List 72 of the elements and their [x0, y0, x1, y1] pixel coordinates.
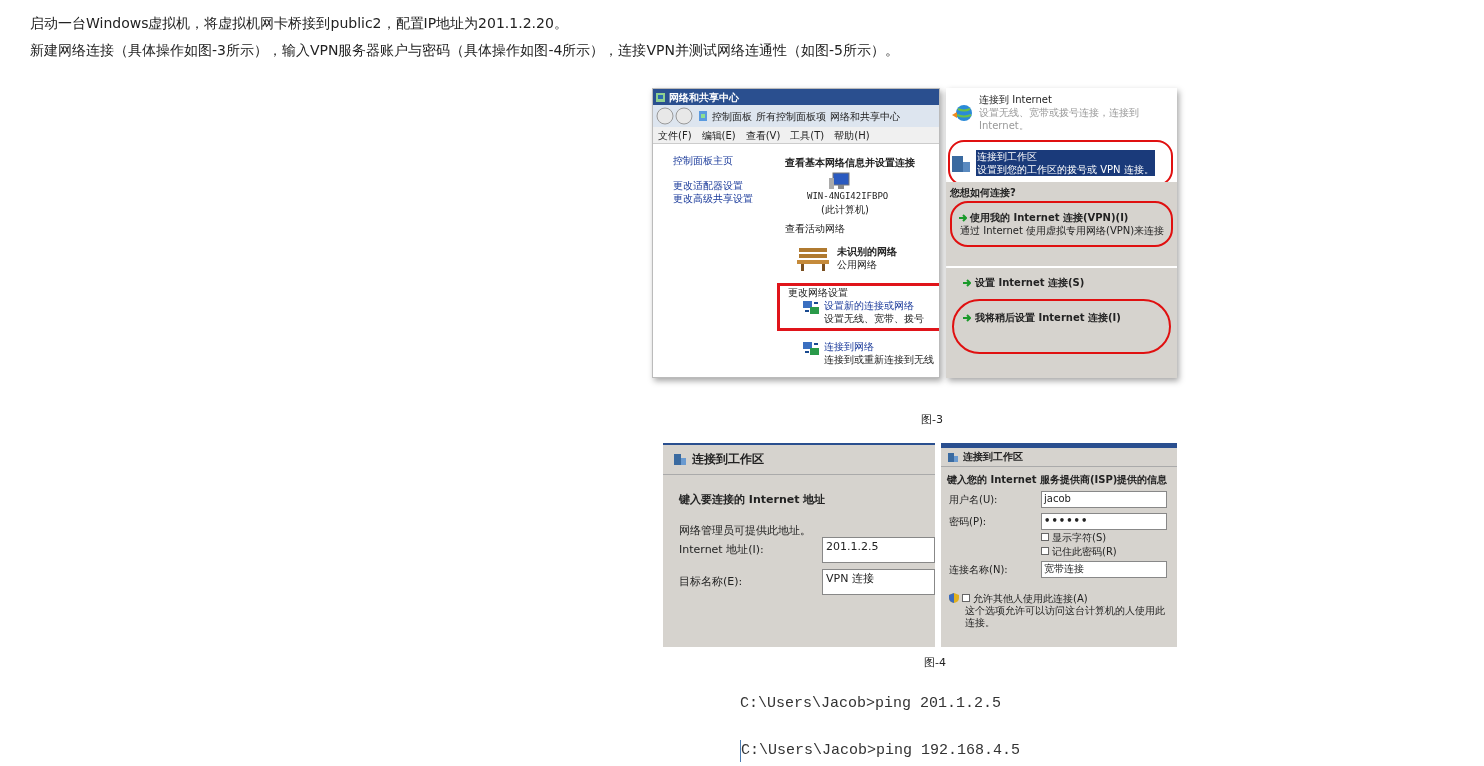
task-description: 连接到或重新连接到无线: [824, 353, 934, 366]
command-line: C:\Users\Jacob>ping 192.168.4.5: [740, 739, 1182, 762]
dialog-title: 连接到工作区: [692, 452, 764, 466]
sidebar-link[interactable]: 控制面板主页: [673, 154, 785, 167]
network-type: 公用网络: [837, 258, 878, 271]
option-link[interactable]: 我将稍后设置 Internet 连接(I): [975, 311, 1121, 324]
shield-icon: [949, 593, 959, 603]
arrow-icon: [958, 212, 967, 223]
input-field[interactable]: 201.1.2.5: [822, 536, 935, 563]
building-icon: [673, 452, 687, 466]
network-name: 未识别的网络: [837, 245, 897, 258]
dialog-title: 连接到工作区: [963, 450, 1023, 463]
checkbox[interactable]: [1041, 547, 1049, 555]
network-icon: [655, 91, 666, 103]
control-panel-icon: [698, 110, 708, 122]
checkbox-label: 显示字符(S): [1052, 530, 1107, 544]
computer-note: (此计算机): [821, 203, 869, 216]
arrow-icon: [962, 312, 971, 323]
paragraph: 启动一台Windows虚拟机，将虚拟机网卡桥接到public2，配置IP地址为201.1.2.20。: [30, 14, 569, 33]
menu-item[interactable]: 文件(F): [658, 128, 692, 142]
field-label: 用户名(U):: [949, 492, 999, 506]
checkbox-label: 允许其他人使用此连接(A): [973, 591, 1088, 605]
input-field[interactable]: 宽带连接: [1041, 560, 1167, 578]
option-item[interactable]: 连接到 Internet 设置无线、宽带或拨号连接，连接到 Internet。: [978, 93, 1171, 132]
breadcrumb-item[interactable]: 网络和共享中心: [830, 109, 900, 123]
computer-icon: [829, 172, 853, 190]
menu-item[interactable]: 编辑(E): [701, 128, 736, 142]
section-label: 查看活动网络: [785, 222, 846, 235]
breadcrumb-item[interactable]: 所有控制面板项: [756, 109, 826, 123]
checkbox[interactable]: [1041, 533, 1049, 541]
dialog-heading: 键入要连接的 Internet 地址: [679, 492, 827, 506]
building-icon: [950, 153, 972, 173]
building-icon: [947, 450, 959, 463]
breadcrumb-item[interactable]: 控制面板: [712, 109, 752, 123]
network-task-icon: [802, 299, 820, 315]
task-description: 设置无线、宽带、拨号: [824, 312, 924, 325]
option-description: 通过 Internet 使用虚拟专用网络(VPN)来连接: [960, 224, 1165, 237]
computer-name: WIN-4NGI42IFBPO: [807, 190, 889, 203]
menu-item[interactable]: 查看(V): [745, 128, 781, 142]
menu-item[interactable]: 帮助(H): [834, 128, 870, 142]
window-title: 网络和共享中心: [669, 90, 739, 104]
option-item[interactable]: 连接到工作区 设置到您的工作区的拨号或 VPN 连接。: [976, 150, 1155, 176]
sidebar-link[interactable]: 更改高级共享设置: [673, 192, 785, 205]
task-link[interactable]: 设置新的连接或网络: [824, 299, 924, 312]
section-label: 更改网络设置: [788, 286, 849, 299]
dialog-note: 网络管理员可提供此地址。: [679, 523, 812, 537]
checkbox-description: 这个选项允许可以访问这台计算机的人使用此连接。: [965, 604, 1166, 629]
checkbox[interactable]: [962, 594, 970, 602]
paragraph: 新建网络连接（具体操作如图-3所示），输入VPN服务器账户与密码（具体操作如图-4所示），连接VPN并测试网络连通性（如图-5所示）。: [30, 41, 900, 60]
section-heading: 查看基本网络信息并设置连接: [785, 156, 916, 169]
field-label: 目标名称(E):: [679, 575, 744, 588]
arrow-icon: [962, 277, 971, 288]
menu-item[interactable]: 工具(T): [790, 128, 825, 142]
sidebar-link[interactable]: 更改适配器设置: [673, 179, 785, 192]
globe-icon: [952, 102, 974, 123]
field-label: 密码(P):: [949, 514, 988, 528]
field-label: 连接名称(N):: [949, 562, 1009, 576]
dialog-heading: 键入您的 Internet 服务提供商(ISP)提供的信息: [947, 472, 1169, 486]
option-link[interactable]: 设置 Internet 连接(S): [975, 276, 1085, 289]
network-task-icon: [802, 340, 820, 356]
task-link[interactable]: 连接到网络: [824, 340, 934, 353]
figure-caption: 图-4: [924, 654, 946, 671]
password-field[interactable]: ••••••: [1041, 512, 1167, 530]
checkbox-label: 记住此密码(R): [1052, 544, 1117, 558]
bench-icon: [797, 245, 831, 271]
input-field[interactable]: jacob: [1041, 490, 1167, 508]
option-link[interactable]: 使用我的 Internet 连接(VPN)(I): [970, 211, 1129, 224]
field-label: Internet 地址(I):: [679, 543, 765, 556]
input-field[interactable]: VPN 连接: [822, 568, 935, 595]
command-line: C:\Users\Jacob>ping 201.1.2.5: [740, 694, 1003, 714]
figure-caption: 图-3: [921, 412, 943, 428]
dialog-question: 您想如何连接?: [950, 186, 1017, 199]
